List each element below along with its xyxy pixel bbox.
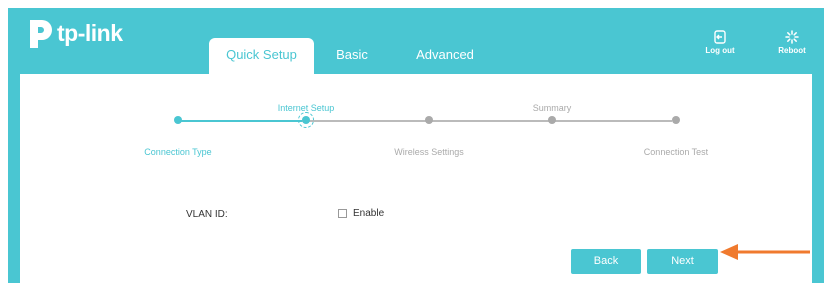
step-label-summary: Summary (532, 103, 572, 113)
next-button[interactable]: Next (647, 249, 718, 274)
main-tabs: Quick Setup Basic Advanced (209, 38, 500, 74)
tab-quick-setup[interactable]: Quick Setup (209, 38, 314, 74)
arrow-pointer-icon (720, 244, 810, 260)
reboot-icon (785, 30, 799, 44)
step-dot-connection-type (174, 116, 182, 124)
router-admin-window: tp-link Quick Setup Basic Advanced Log o… (8, 8, 824, 283)
step-dot-summary (548, 116, 556, 124)
reboot-button[interactable]: Reboot (767, 30, 817, 55)
back-button[interactable]: Back (571, 249, 641, 274)
vlan-id-label: VLAN ID: (186, 209, 228, 220)
logout-button[interactable]: Log out (695, 30, 745, 55)
tp-link-logo: tp-link (20, 16, 123, 50)
tab-basic[interactable]: Basic (314, 38, 390, 74)
tab-advanced[interactable]: Advanced (390, 38, 500, 74)
wizard-progress: Connection Type Internet Setup Wireless … (20, 74, 812, 164)
progress-track-pending (302, 120, 672, 122)
brand-name: tp-link (57, 19, 123, 46)
vlan-enable-checkbox[interactable]: Enable (338, 208, 384, 219)
logout-icon (714, 30, 726, 44)
header-bar: tp-link Quick Setup Basic Advanced Log o… (8, 8, 824, 74)
enable-label: Enable (353, 208, 385, 219)
quick-setup-panel: Connection Type Internet Setup Wireless … (20, 74, 812, 283)
step-dot-connection-test (672, 116, 680, 124)
reboot-label: Reboot (778, 46, 806, 55)
tp-link-logo-icon (30, 20, 52, 48)
checkbox-box[interactable] (338, 209, 347, 218)
progress-track-done (178, 120, 302, 122)
step-label-wireless-settings: Wireless Settings (394, 147, 464, 157)
step-dot-wireless-settings (425, 116, 433, 124)
step-label-connection-type: Connection Type (144, 147, 212, 157)
step-label-connection-test: Connection Test (643, 147, 709, 157)
step-label-internet-setup: Internet Setup (277, 103, 335, 113)
step-dot-internet-setup (302, 116, 310, 124)
logout-label: Log out (705, 46, 735, 55)
